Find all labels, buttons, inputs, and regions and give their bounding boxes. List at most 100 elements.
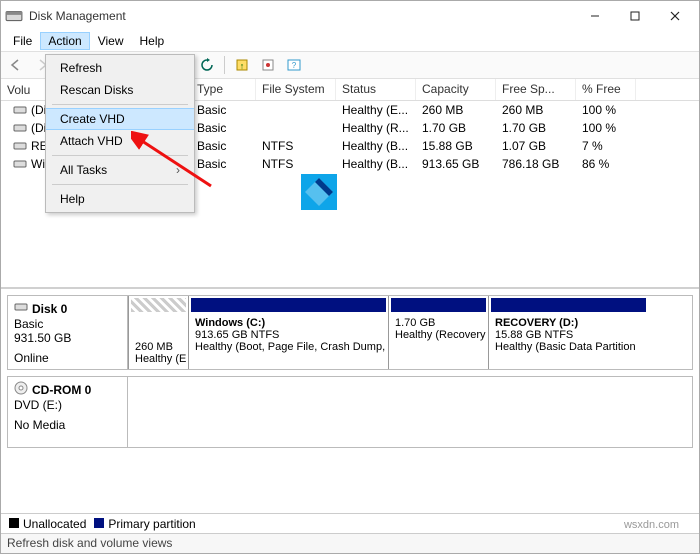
maximize-button[interactable] bbox=[615, 3, 655, 29]
partition-bar bbox=[191, 298, 386, 312]
tool-icon[interactable]: ↑ bbox=[231, 54, 253, 76]
cell-fs: NTFS bbox=[256, 138, 336, 154]
menu-separator bbox=[52, 155, 188, 156]
legend: Unallocated Primary partition bbox=[1, 513, 699, 533]
cell-free: 1.07 GB bbox=[496, 138, 576, 154]
cell-fs bbox=[256, 120, 336, 136]
cell-free: 1.70 GB bbox=[496, 120, 576, 136]
cell-pct: 100 % bbox=[576, 120, 636, 136]
col-status[interactable]: Status bbox=[336, 79, 416, 100]
svg-text:↑: ↑ bbox=[240, 61, 245, 71]
col-type[interactable]: Type bbox=[191, 79, 256, 100]
window-title: Disk Management bbox=[29, 9, 126, 23]
menu-create-vhd[interactable]: Create VHD bbox=[46, 108, 194, 130]
cell-type: Basic bbox=[191, 120, 256, 136]
partition-label: Windows (C:) bbox=[195, 317, 382, 329]
partition-bar bbox=[391, 298, 486, 312]
cell-capacity: 260 MB bbox=[416, 102, 496, 118]
drive-icon bbox=[13, 121, 27, 135]
partition-size: 260 MB bbox=[135, 341, 182, 353]
cell-fs bbox=[256, 102, 336, 118]
partition[interactable]: 260 MBHealthy (EFI Sy bbox=[128, 296, 188, 369]
close-button[interactable] bbox=[655, 3, 695, 29]
partition-status: Healthy (EFI Sy bbox=[135, 353, 182, 365]
cell-status: Healthy (B... bbox=[336, 138, 416, 154]
disk-row[interactable]: CD-ROM 0DVD (E:)No Media bbox=[7, 376, 693, 448]
col-capacity[interactable]: Capacity bbox=[416, 79, 496, 100]
col-filesystem[interactable]: File System bbox=[256, 79, 336, 100]
disk-info: Disk 0Basic931.50 GBOnline bbox=[8, 296, 128, 369]
partition-size: 15.88 GB NTFS bbox=[495, 329, 642, 341]
cell-pct: 7 % bbox=[576, 138, 636, 154]
cell-pct: 100 % bbox=[576, 102, 636, 118]
cell-free: 260 MB bbox=[496, 102, 576, 118]
titlebar: Disk Management bbox=[1, 1, 699, 31]
drive-icon bbox=[13, 139, 27, 153]
action-dropdown: Refresh Rescan Disks Create VHD Attach V… bbox=[45, 54, 195, 213]
menu-help[interactable]: Help bbox=[46, 188, 194, 210]
refresh-icon[interactable] bbox=[196, 54, 218, 76]
menu-file[interactable]: File bbox=[5, 32, 40, 50]
disk-status: No Media bbox=[14, 418, 121, 432]
watermark-text: wsxdn.com bbox=[624, 519, 679, 531]
menu-separator bbox=[52, 104, 188, 105]
menu-separator bbox=[52, 184, 188, 185]
partition-status: Healthy (Boot, Page File, Crash Dump, Ba bbox=[195, 341, 382, 353]
cell-status: Healthy (E... bbox=[336, 102, 416, 118]
disk-info: CD-ROM 0DVD (E:)No Media bbox=[8, 377, 128, 447]
menu-refresh[interactable]: Refresh bbox=[46, 57, 194, 79]
cell-status: Healthy (B... bbox=[336, 156, 416, 172]
volume-name: Wi bbox=[31, 157, 45, 171]
disk-row[interactable]: Disk 0Basic931.50 GBOnline260 MBHealthy … bbox=[7, 295, 693, 370]
partition-bar bbox=[131, 298, 186, 312]
cell-type: Basic bbox=[191, 138, 256, 154]
disk-name: CD-ROM 0 bbox=[32, 383, 91, 397]
cell-capacity: 913.65 GB bbox=[416, 156, 496, 172]
cell-fs: NTFS bbox=[256, 156, 336, 172]
cell-type: Basic bbox=[191, 156, 256, 172]
menu-action[interactable]: Action bbox=[40, 32, 89, 50]
col-pctfree[interactable]: % Free bbox=[576, 79, 636, 100]
partition-strip bbox=[128, 377, 692, 447]
partition-size: 1.70 GB bbox=[395, 317, 482, 329]
minimize-button[interactable] bbox=[575, 3, 615, 29]
cell-free: 786.18 GB bbox=[496, 156, 576, 172]
partition[interactable]: RECOVERY (D:)15.88 GB NTFSHealthy (Basic… bbox=[488, 296, 648, 369]
statusbar: Refresh disk and volume views bbox=[1, 533, 699, 553]
toolbar-divider bbox=[224, 56, 225, 74]
help-icon[interactable]: ? bbox=[283, 54, 305, 76]
legend-unallocated: Unallocated bbox=[9, 517, 86, 531]
partition[interactable]: 1.70 GBHealthy (Recovery Pa bbox=[388, 296, 488, 369]
legend-primary: Primary partition bbox=[94, 517, 195, 531]
disk-size: 931.50 GB bbox=[14, 331, 121, 345]
partition[interactable]: Windows (C:)913.65 GB NTFSHealthy (Boot,… bbox=[188, 296, 388, 369]
partition-label: RECOVERY (D:) bbox=[495, 317, 642, 329]
menu-all-tasks[interactable]: All Tasks bbox=[46, 159, 194, 181]
disk-type: Basic bbox=[14, 317, 121, 331]
cell-type: Basic bbox=[191, 102, 256, 118]
partition-size: 913.65 GB NTFS bbox=[195, 329, 382, 341]
partition-bar bbox=[491, 298, 646, 312]
menu-view[interactable]: View bbox=[90, 32, 132, 50]
col-free[interactable]: Free Sp... bbox=[496, 79, 576, 100]
menu-help[interactable]: Help bbox=[132, 32, 173, 50]
app-icon bbox=[5, 7, 23, 25]
drive-icon bbox=[13, 103, 27, 117]
menu-rescan-disks[interactable]: Rescan Disks bbox=[46, 79, 194, 101]
disk-status: Online bbox=[14, 351, 121, 365]
back-button[interactable] bbox=[5, 54, 27, 76]
partition-status: Healthy (Basic Data Partition bbox=[495, 341, 642, 353]
disk-icon bbox=[14, 300, 28, 317]
cell-capacity: 15.88 GB bbox=[416, 138, 496, 154]
drive-icon bbox=[13, 157, 27, 171]
disk-icon bbox=[14, 381, 28, 398]
partition-strip: 260 MBHealthy (EFI SyWindows (C:)913.65 … bbox=[128, 296, 692, 369]
menu-attach-vhd[interactable]: Attach VHD bbox=[46, 130, 194, 152]
cell-capacity: 1.70 GB bbox=[416, 120, 496, 136]
disk-map: Disk 0Basic931.50 GBOnline260 MBHealthy … bbox=[1, 289, 699, 513]
menubar: File Action View Help bbox=[1, 31, 699, 51]
properties-icon[interactable] bbox=[257, 54, 279, 76]
watermark-logo bbox=[301, 174, 337, 215]
svg-text:?: ? bbox=[292, 61, 297, 70]
cell-status: Healthy (R... bbox=[336, 120, 416, 136]
